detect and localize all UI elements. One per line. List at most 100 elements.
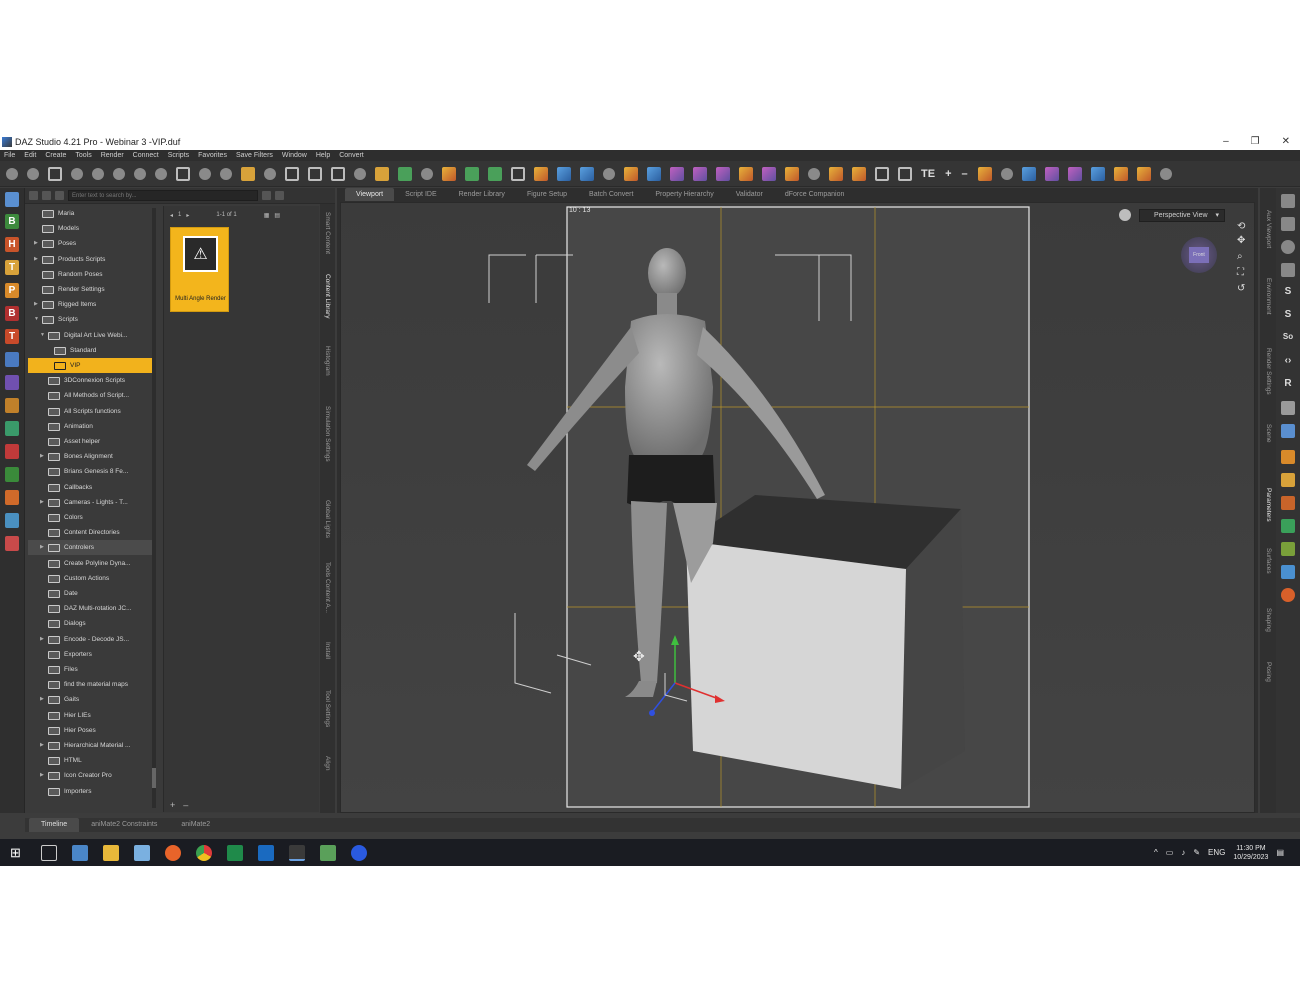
right-pane-tab[interactable]: Shaping [1262, 608, 1275, 632]
tree-scrollbar-thumb[interactable] [152, 768, 156, 788]
script-1-icon[interactable] [375, 166, 389, 181]
left-strip-icon-2[interactable]: H [5, 237, 19, 252]
tree-item[interactable]: ▼ Scripts [28, 312, 154, 327]
close-button[interactable]: ✕ [1282, 134, 1290, 150]
tree-item[interactable]: Brians Genesis 8 Fe... [28, 464, 154, 479]
tree-item[interactable]: Custom Actions [28, 571, 154, 586]
right-icon-6[interactable] [1281, 424, 1295, 438]
right-icon-10[interactable] [1281, 519, 1295, 533]
viewport-tab[interactable]: Script IDE [394, 188, 448, 201]
script-16-icon[interactable] [716, 166, 730, 181]
library-vtab[interactable]: Tools Content A... [321, 562, 334, 613]
script-23-icon[interactable] [875, 166, 889, 181]
script-18-icon[interactable] [762, 166, 776, 181]
viewport-tab[interactable]: Property Hierarchy [644, 188, 724, 201]
frame-icon[interactable]: ⛶ [1237, 267, 1249, 283]
tree-item[interactable]: ▶ Hierarchical Material ... [28, 738, 154, 753]
left-strip-icon-15[interactable] [5, 536, 19, 551]
library-vtab[interactable]: Tool Settings [321, 690, 334, 727]
right-icon-2[interactable] [1281, 217, 1295, 231]
tree-item[interactable]: ▶ Encode - Decode JS... [28, 632, 154, 647]
chrome-icon[interactable] [196, 844, 212, 861]
node-selection-icon[interactable] [48, 166, 62, 181]
library-vtab[interactable]: Smart Content [321, 212, 334, 254]
tray-chevron-icon[interactable]: ^ [1154, 848, 1158, 857]
right-icon-s1[interactable]: S [1281, 286, 1295, 297]
excel-icon[interactable] [227, 844, 243, 861]
tree-item[interactable]: Date [28, 586, 154, 601]
network-icon[interactable]: ▭ [1166, 848, 1174, 857]
app-icon-4[interactable] [134, 844, 150, 861]
right-pane-tab[interactable]: Surfaces [1262, 548, 1275, 574]
page-number[interactable]: 1 [178, 212, 181, 218]
viewport-tab[interactable]: Validator [725, 188, 774, 201]
app-icon-10[interactable] [320, 844, 336, 861]
tree-item[interactable]: Create Polyline Dyna... [28, 556, 154, 571]
tree-item[interactable]: DAZ Multi-rotation JC... [28, 601, 154, 616]
right-icon-4[interactable] [1281, 263, 1295, 277]
right-icon-11[interactable] [1281, 542, 1295, 556]
tree-item[interactable]: Content Directories [28, 525, 154, 540]
taskbar-clock[interactable]: 11:30 PM 10/29/2023 [1233, 844, 1268, 862]
tree-item[interactable]: 3DConnexion Scripts [28, 373, 154, 388]
tree-item[interactable]: Asset helper [28, 434, 154, 449]
tree-item[interactable]: Models [28, 221, 154, 236]
expand-arrow-icon[interactable]: ▶ [40, 449, 44, 464]
pen-icon[interactable]: ✎ [1193, 848, 1200, 857]
calculator-icon[interactable] [72, 844, 88, 861]
script-2-icon[interactable] [398, 166, 412, 181]
right-pane-tab[interactable]: Environment [1262, 278, 1275, 315]
menu-help[interactable]: Help [316, 152, 330, 159]
right-icon-1[interactable] [1281, 194, 1295, 208]
left-strip-icon-9[interactable] [5, 398, 19, 413]
collapse-arrow-icon[interactable]: ▼ [34, 312, 39, 327]
tree-item[interactable]: Hier Poses [28, 723, 154, 738]
script-12-icon[interactable] [624, 166, 638, 181]
minus-button[interactable]: – [962, 168, 968, 180]
up-arrow-icon[interactable] [55, 191, 64, 200]
tree-item[interactable]: VIP [28, 358, 154, 373]
tree-item[interactable]: Colors [28, 510, 154, 525]
script-17-icon[interactable] [739, 166, 753, 181]
library-vtab[interactable]: Install [321, 642, 334, 659]
viewport-tab[interactable]: Batch Convert [578, 188, 644, 201]
expand-arrow-icon[interactable]: ▶ [40, 495, 44, 510]
library-search-input[interactable]: Enter text to search by... [68, 190, 258, 201]
task-view-icon[interactable] [41, 844, 57, 861]
rotate-icon[interactable] [220, 167, 232, 180]
minimize-button[interactable]: – [1223, 134, 1229, 150]
search-clear-icon[interactable] [262, 191, 271, 200]
right-pane-tab[interactable]: Render Settings [1262, 348, 1275, 395]
tree-item[interactable]: ▶ Bones Alignment [28, 449, 154, 464]
menu-file[interactable]: File [4, 152, 15, 159]
bottom-tab[interactable]: aniMate2 Constraints [79, 818, 169, 832]
scale-icon[interactable] [264, 167, 276, 180]
tree-item[interactable]: Standard [28, 343, 154, 358]
3d-viewport[interactable]: ✥ 10 : 13 Perspective View ▾ Front ⟲ ✥ ⌕… [340, 202, 1255, 813]
script-27-icon[interactable] [1021, 166, 1036, 181]
grid-view-icon[interactable]: ▦ [264, 212, 270, 219]
restore-button[interactable]: ❐ [1251, 134, 1260, 150]
spot-render-icon[interactable] [285, 166, 299, 181]
surface-selection-icon[interactable] [134, 167, 146, 180]
right-icon-8[interactable] [1281, 473, 1295, 487]
scripts-icon[interactable] [354, 167, 366, 180]
render-icon[interactable] [308, 166, 322, 181]
joint-editor-icon[interactable] [71, 167, 83, 180]
camera-select-dropdown[interactable]: Perspective View ▾ [1139, 209, 1225, 222]
script-19-icon[interactable] [785, 166, 799, 181]
tree-item[interactable]: Dialogs [28, 616, 154, 631]
geometry-editor-icon[interactable] [155, 167, 167, 180]
active-pose-icon[interactable] [92, 167, 104, 180]
right-pane-tab[interactable]: Parameters [1262, 488, 1275, 522]
left-strip-icon-3[interactable]: T [5, 260, 19, 275]
tree-item[interactable]: Render Settings [28, 282, 154, 297]
script-21-icon[interactable] [829, 166, 843, 181]
page-prev-icon[interactable]: ◂ [170, 212, 173, 219]
script-29-icon[interactable] [1067, 166, 1082, 181]
list-view-icon[interactable]: ▤ [274, 212, 280, 219]
zoom-icon[interactable]: ⌕ [1237, 251, 1249, 267]
orbit-icon[interactable]: ⟲ [1237, 221, 1249, 235]
script-10-icon[interactable] [580, 166, 594, 181]
viewport-tab[interactable]: Render Library [448, 188, 516, 201]
